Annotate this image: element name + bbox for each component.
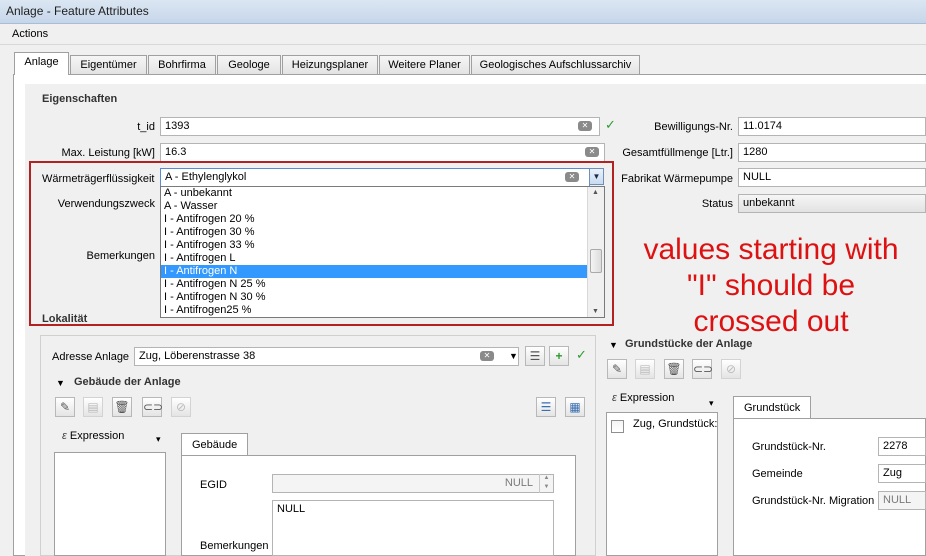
grundstueck-nr-field[interactable]: 2278 (878, 437, 926, 456)
expression-label[interactable]: ε Expression (62, 430, 124, 442)
gesamtfuellmenge-label: Gesamtfüllmenge [Ltr.] (622, 147, 733, 159)
delete-icon[interactable]: 🗑 (664, 359, 684, 379)
unlink-icon[interactable]: ⊘ (171, 397, 191, 417)
tab-eigentuemer[interactable]: Eigentümer (70, 55, 147, 74)
gebaeude-bemerkungen-label: Bemerkungen (200, 540, 269, 552)
check-icon: ✓ (576, 347, 587, 362)
group-title-eigenschaften: Eigenschaften (42, 93, 118, 105)
clear-icon[interactable]: ✕ (480, 351, 494, 361)
dropdown-option[interactable]: I - Antifrogen 33 % (161, 239, 604, 252)
dropdown-option[interactable]: I - Antifrogen L (161, 252, 604, 265)
fabrikat-label: Fabrikat Wärmepumpe (621, 173, 733, 185)
gemeinde-field[interactable]: Zug (878, 464, 926, 483)
dropdown-option[interactable]: I - Antifrogen 30 % (161, 226, 604, 239)
annotation-line: values starting with (643, 233, 899, 266)
clear-icon[interactable]: ✕ (565, 172, 579, 182)
menu-actions[interactable]: Actions (12, 28, 48, 40)
menu-bar (0, 25, 926, 45)
gebaeude-list[interactable] (54, 452, 166, 556)
waermetraeger-label: Wärmeträgerflüssigkeit (42, 173, 155, 185)
annotation-line: crossed out (693, 305, 849, 338)
egid-label: EGID (200, 479, 227, 491)
bewilligung-field[interactable]: 11.0174 (738, 117, 926, 136)
scroll-down-icon[interactable]: ▼ (592, 308, 599, 315)
gebaeude-group-title: Gebäude der Anlage (74, 376, 181, 388)
gemeinde-label: Gemeinde (752, 468, 803, 480)
verwendungszweck-label: Verwendungszweck (57, 198, 155, 210)
gebaeude-bemerkungen-field[interactable]: NULL (272, 500, 554, 556)
clear-icon[interactable]: ✕ (585, 147, 599, 157)
max-leistung-label: Max. Leistung [kW] (61, 147, 155, 159)
table-view-icon[interactable]: ▦ (565, 397, 585, 417)
adresse-combo[interactable]: Zug, Löberenstrasse 38 (134, 347, 519, 366)
list-item[interactable]: Zug, Grundstück: (633, 418, 717, 430)
save-icon[interactable]: ▤ (635, 359, 655, 379)
chevron-down-icon[interactable]: ▾ (709, 398, 714, 409)
window-title: Anlage - Feature Attributes (0, 0, 926, 24)
link-icon[interactable]: ⊂⊃ (692, 359, 713, 379)
scroll-up-icon[interactable]: ▲ (592, 189, 599, 196)
tab-geologisches-aufschlussarchiv[interactable]: Geologisches Aufschlussarchiv (471, 55, 640, 74)
t-id-label: t_id (137, 121, 155, 133)
max-leistung-field[interactable]: 16.3 (160, 143, 605, 162)
dropdown-option[interactable]: I - Antifrogen N 25 % (161, 278, 604, 291)
adresse-label: Adresse Anlage (52, 351, 130, 363)
spin-arrows-icon[interactable]: ▲ ▼ (539, 474, 553, 493)
chevron-down-icon[interactable]: ▾ (156, 434, 161, 445)
link-icon[interactable]: ⊂⊃ (142, 397, 163, 417)
grundstuecke-list[interactable] (606, 412, 718, 556)
dropdown-option[interactable]: A - unbekannt (161, 187, 604, 200)
dropdown-scrollbar[interactable]: ▲ ▼ (587, 187, 604, 317)
check-icon: ✓ (605, 117, 616, 132)
toggle-edit-icon[interactable]: ✎ (607, 359, 627, 379)
waermetraeger-dropdown-list[interactable]: A - unbekannt A - Wasser I - Antifrogen 20… (160, 186, 605, 318)
expression-icon: ε (62, 430, 67, 442)
dropdown-option[interactable]: I - Antifrogen25 % (161, 304, 604, 317)
tab-geologe[interactable]: Geologe (217, 55, 281, 74)
chevron-down-icon[interactable]: ▼ (509, 351, 518, 361)
tab-bohrfirma[interactable]: Bohrfirma (148, 55, 216, 74)
scroll-thumb[interactable] (590, 249, 602, 273)
gesamtfuellmenge-field[interactable]: 1280 (738, 143, 926, 162)
migration-field[interactable]: NULL (878, 491, 926, 510)
bewilligung-label: Bewilligungs-Nr. (654, 121, 733, 133)
tab-anlage[interactable]: Anlage (14, 52, 69, 75)
form-view-icon[interactable]: ☰ (536, 397, 556, 417)
toggle-edit-icon[interactable]: ✎ (55, 397, 75, 417)
status-combo[interactable]: unbekannt (738, 194, 926, 213)
migration-label: Grundstück-Nr. Migration (752, 495, 875, 507)
chevron-down-icon[interactable]: ▼ (589, 168, 604, 185)
bemerkungen-label: Bemerkungen (86, 250, 156, 262)
open-form-icon[interactable]: ☰ (525, 346, 545, 366)
delete-icon[interactable]: 🗑 (112, 397, 132, 417)
status-label: Status (701, 198, 733, 210)
grundstueck-nr-label: Grundstück-Nr. (752, 441, 826, 453)
waermetraeger-combo[interactable]: A - Ethylenglykol (160, 168, 590, 187)
tab-gebaeude[interactable]: Gebäude (181, 433, 248, 455)
unlink-icon[interactable]: ⊘ (721, 359, 741, 379)
dropdown-option[interactable]: A - Wasser (161, 200, 604, 213)
annotation-line: "I" should be (686, 269, 856, 302)
add-icon[interactable]: + (549, 346, 569, 366)
collapse-triangle-icon[interactable]: ▼ (609, 340, 618, 350)
list-item-checkbox[interactable] (611, 420, 624, 433)
expression-icon: ε (612, 392, 617, 404)
collapse-triangle-icon[interactable]: ▼ (56, 378, 65, 388)
dropdown-option[interactable]: I - Antifrogen N 30 % (161, 291, 604, 304)
expression-text: Expression (619, 392, 675, 404)
annotation-text: values starting with "I" should be cross… (616, 232, 926, 340)
tab-grundstueck[interactable]: Grundstück (733, 396, 811, 418)
tab-weitere-planer[interactable]: Weitere Planer (379, 55, 470, 74)
t-id-field[interactable]: 1393 (160, 117, 600, 136)
clear-icon[interactable]: ✕ (578, 121, 592, 131)
dropdown-option[interactable]: I - Antifrogen N (161, 265, 604, 278)
egid-field[interactable]: NULL (272, 474, 554, 493)
expression-label[interactable]: ε Expression (612, 392, 674, 404)
save-icon[interactable]: ▤ (83, 397, 103, 417)
expression-text: Expression (69, 430, 125, 442)
fabrikat-field[interactable]: NULL (738, 168, 926, 187)
tab-heizungsplaner[interactable]: Heizungsplaner (282, 55, 378, 74)
dropdown-option[interactable]: I - Antifrogen 20 % (161, 213, 604, 226)
group-title-lokalitaet: Lokalität (42, 313, 88, 325)
